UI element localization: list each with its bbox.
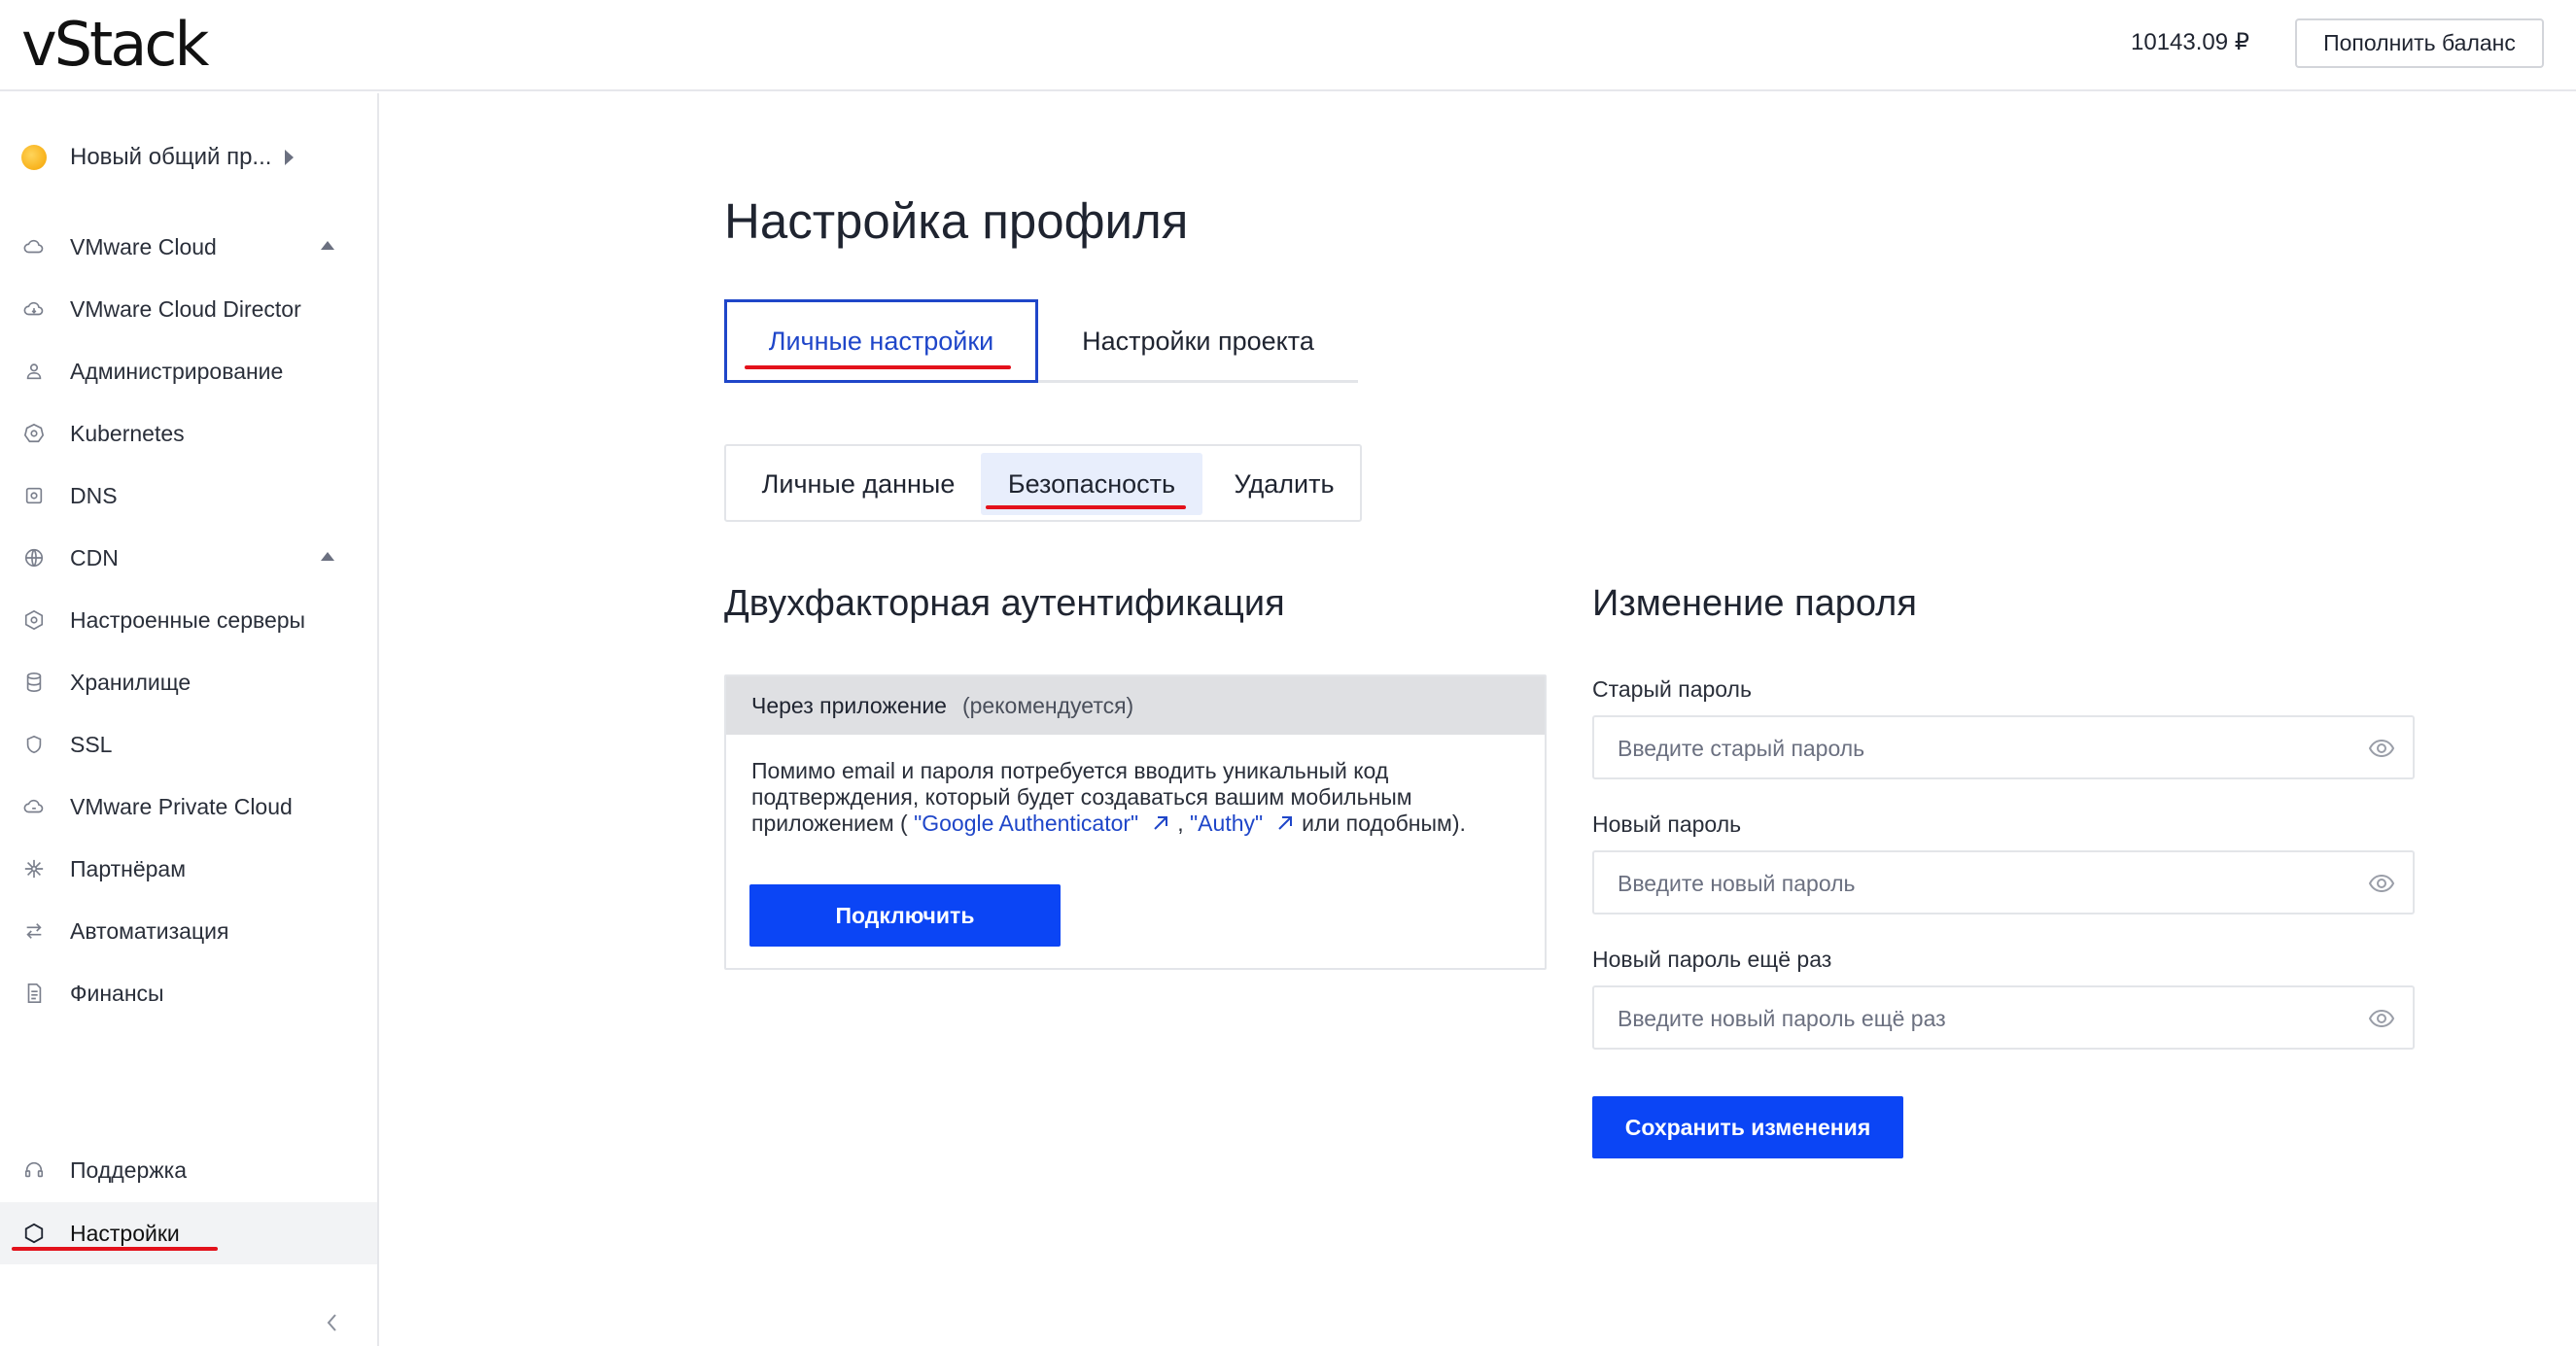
sidebar-item-label: VMware Cloud xyxy=(70,233,217,259)
sidebar-item-dns[interactable]: DNS xyxy=(0,466,377,525)
old-password-field[interactable] xyxy=(1592,715,2415,779)
highlight-underline xyxy=(986,505,1186,509)
arrows-icon xyxy=(23,920,45,942)
sidebar-item-finance[interactable]: Финансы xyxy=(0,964,377,1022)
repeat-password-label: Новый пароль ещё раз xyxy=(1592,947,1832,972)
repeat-password-input[interactable] xyxy=(1618,1001,2337,1036)
sidebar-item-label: Хранилище xyxy=(70,669,191,695)
old-password-input[interactable] xyxy=(1618,731,2337,766)
hexagon-icon xyxy=(23,609,45,631)
repeat-password-field[interactable] xyxy=(1592,985,2415,1050)
sidebar-item-label: CDN xyxy=(70,544,119,570)
headset-icon xyxy=(23,1159,45,1181)
old-password-label: Старый пароль xyxy=(1592,676,1752,702)
sidebar-item-label: SSL xyxy=(70,731,113,757)
sidebar-item-vmware-cloud[interactable]: VMware Cloud xyxy=(0,218,377,276)
sidebar-item-vmware-cloud-director[interactable]: VMware Cloud Director xyxy=(0,280,377,338)
dns-icon xyxy=(23,485,45,506)
twofa-text-segment: или подобным). xyxy=(1302,811,1466,836)
sidebar-item-label: Финансы xyxy=(70,980,164,1006)
expand-arrow-icon xyxy=(321,552,334,561)
twofa-title: Двухфакторная аутентификация xyxy=(724,583,1285,624)
sidebar-item-administration[interactable]: Администрирование xyxy=(0,342,377,400)
twofa-description: Помимо email и пароля потребуется вводит… xyxy=(751,758,1519,837)
sidebar-item-label: Автоматизация xyxy=(70,917,229,944)
sidebar-item-label: Kubernetes xyxy=(70,420,185,446)
sidebar-item-automation[interactable]: Автоматизация xyxy=(0,902,377,960)
sidebar-item-label: Партнёрам xyxy=(70,855,187,881)
topup-balance-button[interactable]: Пополнить баланс xyxy=(2295,18,2544,68)
sidebar-item-ssl[interactable]: SSL xyxy=(0,715,377,774)
twofa-text-line: подтверждения, который будет создаваться… xyxy=(751,784,1412,810)
eye-icon[interactable] xyxy=(2368,871,2395,896)
page-title: Настройка профиля xyxy=(724,193,1189,249)
project-name: Новый общий пр... xyxy=(70,144,272,170)
new-password-input[interactable] xyxy=(1618,866,2337,901)
account-balance: 10143.09 ₽ xyxy=(2131,29,2250,55)
new-password-label: Новый пароль xyxy=(1592,811,1742,837)
sidebar-item-support[interactable]: Поддержка xyxy=(0,1141,377,1199)
twofa-card: Через приложение (рекомендуется) Помимо … xyxy=(724,674,1547,970)
twofa-method-header: Через приложение (рекомендуется) xyxy=(726,676,1545,735)
highlight-underline xyxy=(745,365,1011,369)
sidebar-item-settings[interactable]: Настройки xyxy=(0,1202,377,1264)
eye-icon[interactable] xyxy=(2368,736,2395,761)
sidebar-item-configured-servers[interactable]: Настроенные серверы xyxy=(0,591,377,649)
tab-project-settings[interactable]: Настройки проекта xyxy=(1040,299,1356,383)
save-password-button[interactable]: Сохранить изменения xyxy=(1592,1096,1903,1158)
cloud-icon xyxy=(23,298,45,320)
database-icon xyxy=(23,672,45,693)
twofa-text-line: Помимо email и пароля потребуется вводит… xyxy=(751,758,1389,783)
twofa-text-line: приложением ( "Google Authenticator", "A… xyxy=(751,811,1519,837)
sidebar-item-partners[interactable]: Партнёрам xyxy=(0,840,377,898)
comma-separator: , xyxy=(1177,811,1191,836)
project-avatar-icon xyxy=(21,145,47,170)
google-authenticator-link[interactable]: "Google Authenticator" xyxy=(914,811,1138,836)
sidebar-item-vmware-private-cloud[interactable]: VMware Private Cloud xyxy=(0,777,377,836)
shield-icon xyxy=(23,734,45,755)
subtab-personal-data[interactable]: Личные данные xyxy=(734,453,983,515)
cloud-icon xyxy=(23,236,45,258)
top-header: vStack 10143.09 ₽ Пополнить баланс xyxy=(0,0,2576,91)
sidebar-item-label: Поддержка xyxy=(70,1156,187,1183)
network-icon xyxy=(23,858,45,880)
sidebar-item-label: VMware Private Cloud xyxy=(70,793,293,819)
profile-tabs: Личные настройки Настройки проекта xyxy=(724,299,1358,383)
sidebar-item-kubernetes[interactable]: Kubernetes xyxy=(0,404,377,463)
connect-2fa-button[interactable]: Подключить xyxy=(749,884,1061,947)
globe-icon xyxy=(23,547,45,569)
project-selector[interactable]: Новый общий пр... xyxy=(21,136,295,179)
expand-arrow-icon xyxy=(321,241,334,250)
personal-subtabs: Личные данные Безопасность Удалить xyxy=(724,444,1362,522)
sidebar-item-label: VMware Cloud Director xyxy=(70,295,301,322)
sidebar-item-cdn[interactable]: CDN xyxy=(0,529,377,587)
sidebar-item-label: Администрирование xyxy=(70,358,284,384)
authy-link[interactable]: "Authy" xyxy=(1190,811,1263,836)
sidebar-item-label: Настроенные серверы xyxy=(70,606,306,633)
subtab-delete[interactable]: Удалить xyxy=(1206,453,1362,515)
document-icon xyxy=(23,983,45,1004)
twofa-method: Через приложение xyxy=(751,692,947,718)
caret-right-icon xyxy=(285,150,295,165)
twofa-text-segment: приложением ( xyxy=(751,811,915,836)
settings-hexagon-icon xyxy=(23,1223,45,1244)
logo[interactable]: vStack xyxy=(21,8,209,82)
kubernetes-icon xyxy=(23,423,45,444)
sidebar-item-storage[interactable]: Хранилище xyxy=(0,653,377,711)
highlight-underline xyxy=(12,1247,218,1251)
external-link-icon xyxy=(1274,812,1296,834)
sidebar: Новый общий пр... VMware Cloud VMware Cl… xyxy=(0,93,379,1346)
tab-personal-settings[interactable]: Личные настройки xyxy=(724,299,1038,383)
password-title: Изменение пароля xyxy=(1592,583,1917,624)
sidebar-item-label: Настройки xyxy=(70,1220,180,1246)
collapse-sidebar-icon[interactable] xyxy=(321,1308,344,1337)
eye-icon[interactable] xyxy=(2368,1006,2395,1031)
cloud-icon xyxy=(23,796,45,817)
external-link-icon xyxy=(1150,812,1171,834)
person-icon xyxy=(23,361,45,382)
sidebar-item-label: DNS xyxy=(70,482,118,508)
new-password-field[interactable] xyxy=(1592,850,2415,915)
recommended-note: (рекомендуется) xyxy=(961,692,1134,718)
